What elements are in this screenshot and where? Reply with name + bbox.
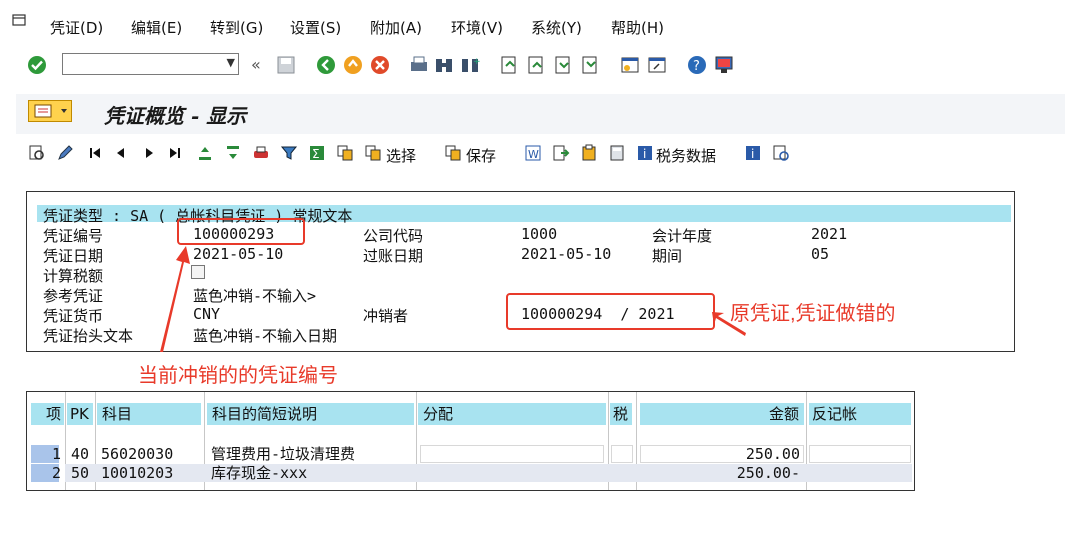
row-description: 库存现金-xxx [211, 464, 308, 482]
original-doc-annotation: 原凭证,凭证做错的 [730, 303, 896, 325]
row-assignment-field[interactable] [420, 445, 604, 463]
col-item-header[interactable]: 项 [31, 403, 64, 425]
row-pk: 50 [71, 464, 90, 482]
col-reverse-header[interactable]: 反记帐 [809, 403, 911, 425]
row-reverse-field[interactable] [809, 445, 911, 463]
col-assignment-header[interactable]: 分配 [418, 403, 606, 425]
row-item: 1 [51, 445, 61, 463]
row-pk: 40 [71, 445, 90, 463]
row-description: 管理费用-垃圾清理费 [211, 445, 356, 463]
col-description-header[interactable]: 科目的简短说明 [207, 403, 414, 425]
current-doc-annotation: 当前冲销的的凭证编号 [138, 365, 338, 387]
row-account[interactable]: 10010203 [101, 464, 173, 482]
col-tax-header[interactable]: 税 [610, 403, 632, 425]
col-amount-header[interactable]: 金额 [640, 403, 804, 425]
row-account[interactable]: 56020030 [101, 445, 173, 463]
col-pk-header[interactable]: PK [67, 403, 93, 425]
row-tax-field[interactable] [611, 445, 633, 463]
col-account-header[interactable]: 科目 [97, 403, 201, 425]
line-items-grid: 项 PK 科目 科目的简短说明 分配 税 金额 反记帐 1 40 5602003… [26, 391, 915, 491]
row-item: 2 [51, 464, 61, 482]
row-amount: 250.00 [745, 445, 800, 463]
row-amount: 250.00- [736, 464, 800, 482]
